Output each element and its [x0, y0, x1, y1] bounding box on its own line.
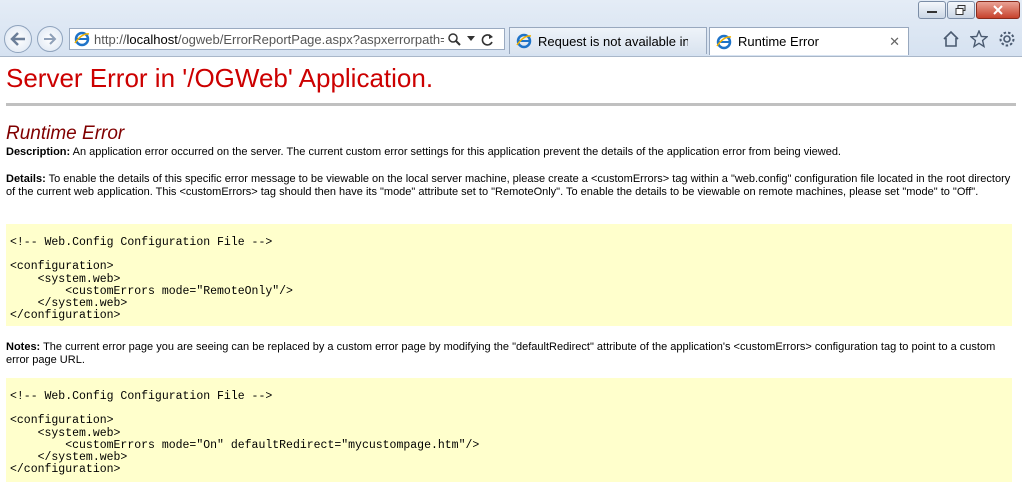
- tab-request-not-available[interactable]: Request is not available in th...: [509, 27, 707, 54]
- config-code-block-remoteonly: <!-- Web.Config Configuration File --> <…: [6, 224, 1012, 326]
- url-path: /ogweb/ErrorReportPage.aspx?aspxerrorpat…: [177, 31, 444, 47]
- description-paragraph: Description: An application error occurr…: [6, 146, 1012, 159]
- details-label: Details:: [6, 173, 46, 185]
- gear-icon[interactable]: [998, 30, 1016, 48]
- page-title: Server Error in '/OGWeb' Application.: [6, 63, 434, 93]
- config-code-block-customredirect: <!-- Web.Config Configuration File --> <…: [6, 378, 1012, 482]
- back-button[interactable]: [4, 25, 32, 53]
- tab-title: Runtime Error: [738, 34, 819, 49]
- restore-button[interactable]: [947, 1, 975, 19]
- close-window-button[interactable]: [976, 1, 1020, 19]
- restore-icon: [955, 5, 966, 15]
- notes-label: Notes:: [6, 341, 41, 353]
- ie-tab-icon: [716, 34, 732, 49]
- url-host: localhost: [126, 31, 178, 47]
- ie-tab-icon: [516, 33, 532, 49]
- url-prefix: http://: [94, 31, 127, 47]
- notes-paragraph: Notes: The current error page you are se…: [6, 341, 1012, 367]
- details-text: To enable the details of this specific e…: [6, 173, 1011, 198]
- browser-toolbar-icons: [942, 30, 1016, 48]
- window-controls: [918, 1, 1020, 19]
- details-paragraph: Details: To enable the details of this s…: [6, 173, 1012, 199]
- forward-button[interactable]: [37, 26, 63, 52]
- search-icon[interactable]: [448, 32, 461, 46]
- error-subtitle: Runtime Error: [6, 123, 125, 144]
- refresh-icon[interactable]: [481, 33, 494, 46]
- divider: [6, 103, 1016, 106]
- browser-chrome: http://localhost/ogweb/ErrorReportPage.a…: [0, 0, 1022, 57]
- tab-title: Request is not available in th...: [538, 33, 688, 49]
- minimize-icon: [927, 11, 937, 13]
- home-icon[interactable]: [942, 30, 960, 48]
- arrow-left-icon: [10, 32, 25, 46]
- description-label: Description:: [6, 146, 71, 158]
- url-text[interactable]: http://localhost/ogweb/ErrorReportPage.a…: [94, 32, 444, 47]
- minimize-button[interactable]: [918, 1, 946, 19]
- close-icon: [993, 5, 1003, 15]
- notes-text: The current error page you are seeing ca…: [6, 341, 996, 366]
- description-text: An application error occurred on the ser…: [70, 146, 841, 158]
- tab-runtime-error[interactable]: Runtime Error ✕: [709, 27, 909, 55]
- arrow-right-icon: [44, 33, 57, 45]
- address-bar[interactable]: http://localhost/ogweb/ErrorReportPage.a…: [69, 28, 505, 50]
- dropdown-icon[interactable]: [467, 36, 475, 42]
- close-tab-icon[interactable]: ✕: [889, 34, 900, 50]
- ie-page-icon: [74, 31, 90, 47]
- favorites-star-icon[interactable]: [970, 30, 988, 48]
